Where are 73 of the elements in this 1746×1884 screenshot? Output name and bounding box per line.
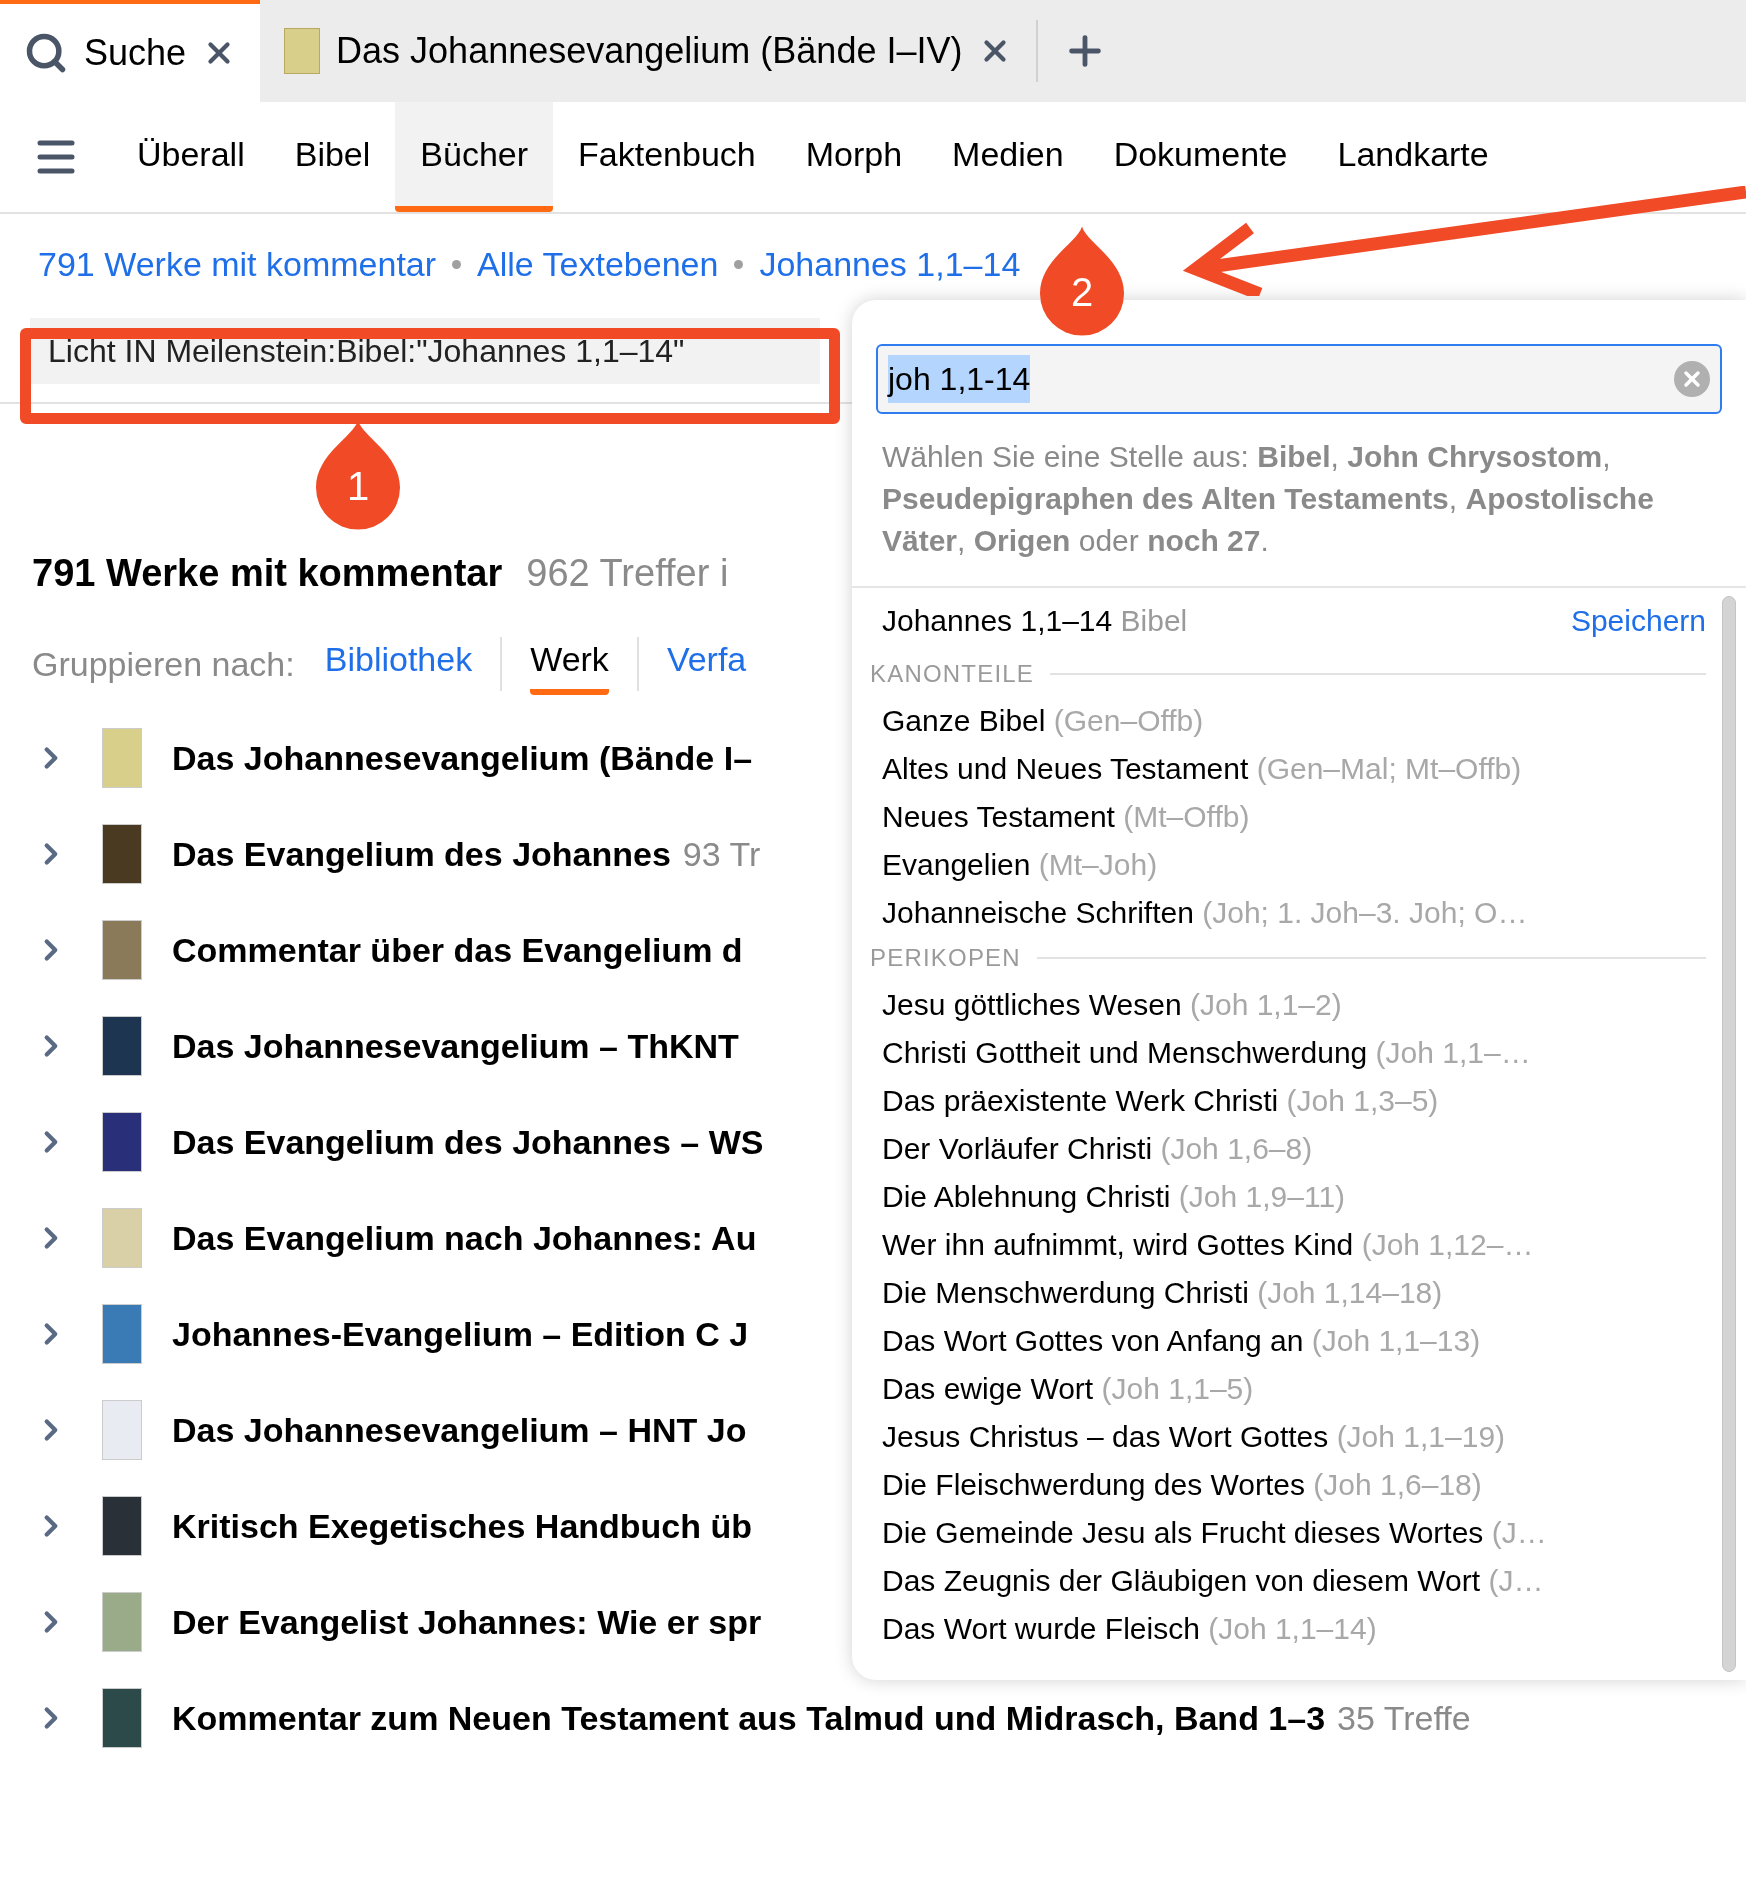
book-cover-placeholder — [102, 1400, 142, 1460]
section-heading: KANONTEILE — [870, 659, 1035, 689]
group-option[interactable]: Bibliothek — [324, 633, 473, 695]
book-cover-placeholder — [102, 824, 142, 884]
nav-tab[interactable]: Überall — [112, 102, 270, 212]
passage-option[interactable]: Christi Gottheit und Menschwerdung (Joh 1,1–… — [870, 1028, 1706, 1076]
book-cover-placeholder — [102, 1592, 142, 1652]
book-cover-placeholder — [102, 1208, 142, 1268]
passage-option[interactable]: Die Gemeinde Jesu als Frucht dieses Wortes (J… — [870, 1508, 1706, 1556]
result-title[interactable]: Der Evangelist Johannes: Wie er spr — [172, 1596, 762, 1648]
search-icon — [24, 31, 68, 75]
group-option[interactable]: Werk — [530, 633, 609, 695]
passage-option[interactable]: Evangelien (Mt–Joh) — [870, 840, 1706, 888]
nav-tab[interactable]: Landkarte — [1312, 102, 1514, 212]
nav-tab[interactable]: Dokumente — [1088, 102, 1313, 212]
tab-label: Suche — [84, 31, 187, 75]
passage-option[interactable]: Der Vorläufer Christi (Joh 1,6–8) — [870, 1124, 1706, 1172]
group-option[interactable]: Verfa — [666, 633, 747, 695]
passage-option[interactable]: Die Ablehnung Christi (Joh 1,9–11) — [870, 1172, 1706, 1220]
breadcrumb-link[interactable]: Johannes 1,1–14 — [759, 238, 1021, 290]
book-cover-icon — [284, 28, 321, 74]
passage-option[interactable]: Altes und Neues Testament (Gen–Mal; Mt–Offb) — [870, 744, 1706, 792]
passage-option[interactable]: Das präexistente Werk Christi (Joh 1,3–5) — [870, 1076, 1706, 1124]
result-title[interactable]: Das Johannesevangelium (Bände I– — [172, 732, 753, 784]
passage-option[interactable]: Die Menschwerdung Christi (Joh 1,14–18) — [870, 1268, 1706, 1316]
nav-tab[interactable]: Medien — [927, 102, 1089, 212]
book-cover-placeholder — [102, 1112, 142, 1172]
result-title[interactable]: Das Johannesevangelium – ThKNT — [172, 1020, 739, 1072]
breadcrumb-link[interactable]: Alle Textebenen — [477, 238, 719, 290]
passage-option[interactable]: Neues Testament (Mt–Offb) — [870, 792, 1706, 840]
passage-option[interactable]: Jesu göttliches Wesen (Joh 1,1–2) — [870, 980, 1706, 1028]
result-title[interactable]: Johannes-Evangelium – Edition C J — [172, 1308, 749, 1360]
book-cover-placeholder — [102, 920, 142, 980]
passage-option[interactable]: Das ewige Wort (Joh 1,1–5) — [870, 1364, 1706, 1412]
passage-option[interactable]: Die Fleischwerdung des Wortes (Joh 1,6–18) — [870, 1460, 1706, 1508]
breadcrumb-link[interactable]: 791 Werke mit kommentar — [38, 238, 437, 290]
tab[interactable]: Suche — [0, 0, 261, 102]
hint-text: Wählen Sie eine Stelle aus: Bibel, John Chrysostom, Pseudepigraphen des Alten Testaments, Apostolische Väter, Origen oder noch 27. — [852, 414, 1746, 588]
passage-option[interactable]: Das Zeugnis der Gläubigen von diesem Wort (J… — [870, 1556, 1706, 1604]
search-field[interactable]: joh 1,1-14 — [876, 344, 1722, 414]
passage-option[interactable]: Wer ihn aufnimmt, wird Gottes Kind (Joh 1,12–… — [870, 1220, 1706, 1268]
nav-tab[interactable]: Faktenbuch — [553, 102, 781, 212]
hit-count: 35 Treffe — [1337, 1697, 1471, 1739]
passage-option[interactable]: Ganze Bibel (Gen–Offb) — [870, 696, 1706, 744]
result-title[interactable]: Das Evangelium nach Johannes: Au — [172, 1212, 757, 1264]
passage-option[interactable]: Johanneische Schriften (Joh; 1. Joh–3. Joh; O… — [870, 888, 1706, 936]
result-title[interactable]: Das Johannesevangelium – HNT Jo — [172, 1404, 747, 1456]
result-title[interactable]: Das Evangelium des Johannes – WS — [172, 1116, 764, 1168]
hit-count: 93 Tr — [682, 833, 761, 875]
nav-tab[interactable]: Bücher — [395, 102, 554, 212]
passage-option[interactable]: Das Wort Gottes von Anfang an (Joh 1,1–13) — [870, 1316, 1706, 1364]
book-cover-placeholder — [102, 1688, 142, 1748]
book-cover-placeholder — [102, 1016, 142, 1076]
hit-count: 962 Treffer i — [526, 550, 729, 596]
result-title[interactable]: Commentar über das Evangelium d — [172, 924, 743, 976]
passage-option[interactable]: Das Wort wurde Fleisch (Joh 1,1–14) — [870, 1604, 1706, 1652]
book-cover-placeholder — [102, 1304, 142, 1364]
book-cover-placeholder — [102, 728, 142, 788]
nav-tab[interactable]: Morph — [780, 102, 928, 212]
result-title[interactable]: Das Evangelium des Johannes — [172, 828, 671, 880]
nav-tab[interactable]: Bibel — [269, 102, 396, 212]
result-title[interactable]: Kommentar zum Neuen Testament aus Talmud und Midrasch, Band 1–3 — [172, 1692, 1326, 1744]
results-heading: 791 Werke mit kommentar — [32, 550, 503, 596]
section-heading: PERIKOPEN — [870, 943, 1021, 973]
save-link[interactable]: Speichern — [1570, 597, 1706, 643]
tab-label: Das Johannesevangelium (Bände I–IV) — [336, 29, 963, 73]
result-title[interactable]: Kritisch Exegetisches Handbuch üb — [172, 1500, 753, 1552]
scrollbar[interactable] — [1722, 596, 1736, 1672]
passage-suggestion[interactable]: Johannes 1,1–14 Bibel — [882, 597, 1188, 643]
passage-option[interactable]: Jesus Christus – das Wort Gottes (Joh 1,1–19) — [870, 1412, 1706, 1460]
group-by-label: Gruppieren nach: — [32, 643, 295, 685]
book-cover-placeholder — [102, 1496, 142, 1556]
step-marker: 2 — [1040, 226, 1124, 336]
